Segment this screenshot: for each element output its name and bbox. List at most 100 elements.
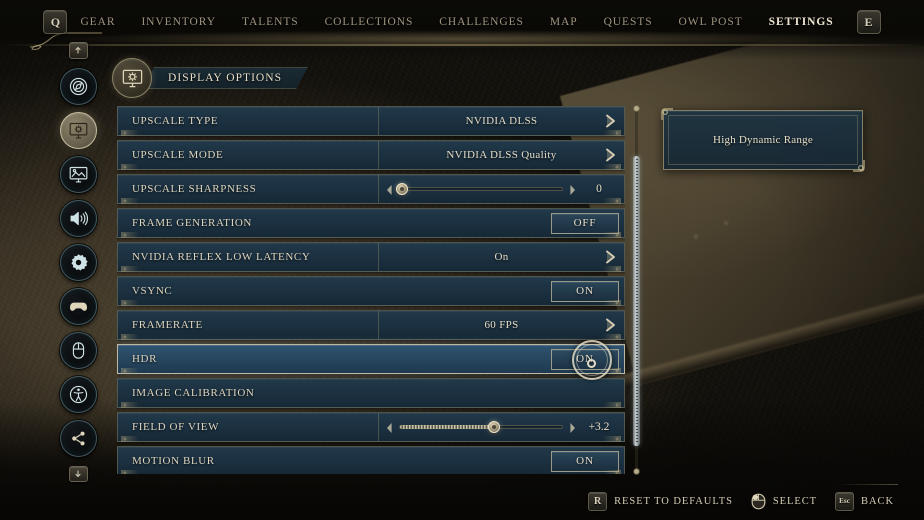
sidebar-item-gameplay[interactable]: [59, 67, 97, 105]
nav-tab-collections[interactable]: COLLECTIONS: [312, 0, 427, 44]
setting-value-text: NVIDIA DLSS Quality: [446, 149, 557, 161]
nav-tab-settings[interactable]: SETTINGS: [47, 0, 877, 48]
setting-value-text: NVIDIA DLSS: [465, 115, 538, 127]
mouse-icon: [751, 493, 766, 509]
chevron-right-icon[interactable]: [604, 318, 617, 333]
nav-tab-talents[interactable]: TALENTS: [229, 0, 312, 44]
tooltip-corner-ornament-icon: [661, 108, 674, 121]
tooltip-panel: High Dynamic Range: [661, 108, 865, 172]
page-title: DISPLAY OPTIONS: [168, 72, 283, 84]
toggle-button[interactable]: OFF: [551, 212, 619, 234]
setting-row-framerate[interactable]: FRAMERATE 60 FPS: [117, 310, 625, 340]
setting-label: UPSCALE MODE: [132, 149, 224, 161]
settings-category-sidebar: [56, 42, 100, 482]
footer-hints: R RESET TO DEFAULTS SELECT Esc BACK: [0, 482, 924, 520]
chevron-right-icon[interactable]: [604, 148, 617, 163]
toggle-button[interactable]: ON: [551, 348, 619, 370]
setting-row-frame-generation[interactable]: FRAME GENERATION OFF: [117, 208, 625, 238]
reset-key-cap: R: [588, 491, 608, 511]
nav-next-key[interactable]: E: [856, 10, 881, 34]
slider-knob[interactable]: [396, 183, 409, 195]
toggle-button[interactable]: ON: [551, 450, 619, 472]
sidebar-item-graphics[interactable]: [59, 155, 97, 193]
back-button[interactable]: Esc BACK: [835, 491, 894, 511]
slider-decrease-icon[interactable]: [385, 183, 394, 195]
nav-item-list: Q GEAR INVENTORY TALENTS COLLECTIONS CHALLENG…: [43, 0, 881, 48]
back-label: BACK: [861, 495, 894, 507]
sidebar-scroll-down-icon[interactable]: [68, 465, 88, 482]
settings-scrollbar[interactable]: [633, 105, 640, 475]
slider-increase-icon[interactable]: [568, 421, 577, 433]
sidebar-item-mouse-keyboard[interactable]: [59, 331, 97, 369]
mouse-icon: [68, 340, 89, 361]
setting-row-upscale-sharpness[interactable]: UPSCALE SHARPNESS 0: [117, 174, 625, 204]
setting-label: HDR: [132, 353, 158, 365]
setting-value-select[interactable]: NVIDIA DLSS Quality: [378, 141, 624, 169]
setting-label: FRAME GENERATION: [132, 217, 252, 229]
sidebar-scroll-up-icon[interactable]: [68, 42, 88, 59]
setting-value-action[interactable]: [378, 379, 624, 407]
slider-value: 0: [596, 183, 602, 195]
panel-header: DISPLAY OPTIONS: [112, 58, 308, 98]
slider-track-line: [399, 187, 563, 191]
select-hint[interactable]: SELECT: [751, 493, 817, 510]
setting-row-nvidia-reflex-low-latency[interactable]: NVIDIA REFLEX LOW LATENCY On: [117, 242, 625, 272]
nav-tab-challenges[interactable]: CHALLENGES: [426, 0, 537, 44]
setting-row-field-of-view[interactable]: FIELD OF VIEW +3.2: [117, 412, 625, 442]
slider-track[interactable]: [399, 421, 563, 433]
topbar-underline: [0, 44, 924, 46]
nav-prev-key[interactable]: Q: [43, 10, 68, 34]
slider-decrease-icon[interactable]: [385, 421, 394, 433]
select-label: SELECT: [772, 495, 818, 507]
setting-row-motion-blur[interactable]: MOTION BLUR ON: [117, 446, 625, 474]
setting-value-select[interactable]: 60 FPS: [378, 311, 624, 339]
setting-row-upscale-mode[interactable]: UPSCALE MODE NVIDIA DLSS Quality: [117, 140, 625, 170]
nav-tab-map[interactable]: MAP: [537, 0, 591, 44]
sidebar-item-accessibility[interactable]: [59, 375, 97, 413]
slider-knob[interactable]: [488, 421, 501, 433]
setting-row-image-calibration[interactable]: IMAGE CALIBRATION: [117, 378, 625, 408]
sidebar-item-display[interactable]: [59, 111, 97, 149]
accessibility-icon: [68, 384, 89, 405]
setting-value-select[interactable]: NVIDIA DLSS: [378, 107, 624, 135]
setting-label: VSYNC: [132, 285, 173, 297]
nav-tab-owl-post[interactable]: OWL POST: [666, 0, 756, 44]
setting-value-text: 60 FPS: [484, 319, 519, 331]
tooltip-corner-ornament-2-icon: [852, 159, 865, 172]
sidebar-item-general[interactable]: [59, 243, 97, 281]
settings-list: UPSCALE TYPE NVIDIA DLSS UPSCALE MODE NVIDI…: [117, 106, 625, 474]
sidebar-item-network[interactable]: [59, 419, 97, 457]
tooltip-text: High Dynamic Range: [713, 134, 813, 146]
reset-to-defaults-button[interactable]: R RESET TO DEFAULTS: [588, 491, 733, 511]
slider-value: +3.2: [588, 421, 610, 433]
image-icon: [68, 164, 89, 185]
setting-row-vsync[interactable]: VSYNC ON: [117, 276, 625, 306]
setting-value-toggle-wrap: ON: [378, 277, 624, 305]
slider-track-fill: [400, 425, 496, 429]
sidebar-item-controller[interactable]: [59, 287, 97, 325]
setting-value-toggle-wrap: OFF: [378, 209, 624, 237]
nav-tab-gear[interactable]: GEAR: [67, 0, 128, 44]
chevron-right-icon[interactable]: [604, 250, 617, 265]
scrollbar-thumb[interactable]: [633, 156, 640, 446]
gamepad-icon: [68, 296, 89, 317]
background-ornament: [660, 196, 780, 286]
setting-label: FIELD OF VIEW: [132, 421, 220, 433]
setting-value-text: On: [494, 251, 509, 263]
slider-track[interactable]: [396, 183, 563, 195]
setting-row-hdr[interactable]: HDR ON: [117, 344, 625, 374]
slider-increase-icon[interactable]: [568, 183, 577, 195]
display-settings-icon: [112, 58, 152, 98]
speaker-icon: [68, 208, 89, 229]
setting-label: UPSCALE TYPE: [132, 115, 219, 127]
setting-value-select[interactable]: On: [378, 243, 624, 271]
nav-tab-quests[interactable]: QUESTS: [591, 0, 666, 44]
main-navigation: Q GEAR INVENTORY TALENTS COLLECTIONS CHALLENG…: [0, 0, 924, 48]
nav-tab-inventory[interactable]: INVENTORY: [128, 0, 229, 44]
chevron-right-icon[interactable]: [604, 114, 617, 129]
setting-row-upscale-type[interactable]: UPSCALE TYPE NVIDIA DLSS: [117, 106, 625, 136]
toggle-button[interactable]: ON: [551, 280, 619, 302]
reset-label: RESET TO DEFAULTS: [614, 495, 733, 507]
sidebar-item-audio[interactable]: [59, 199, 97, 237]
display-icon: [68, 120, 89, 141]
